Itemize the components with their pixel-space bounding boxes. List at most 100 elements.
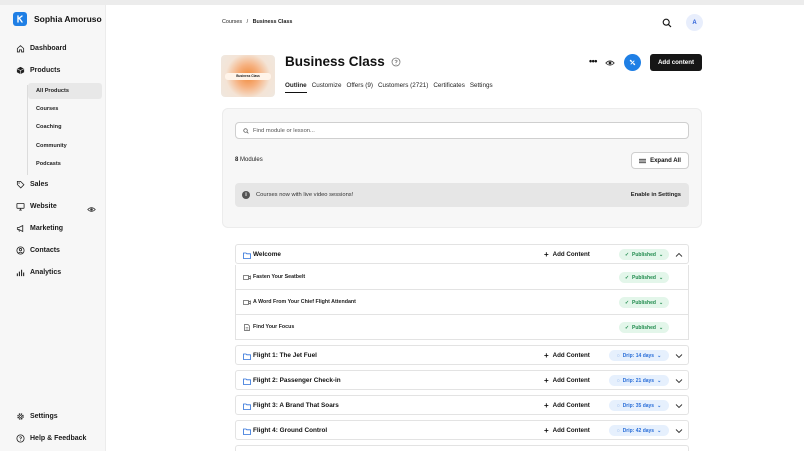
more-options-button[interactable]: ••• xyxy=(589,56,597,66)
brand[interactable]: Sophia Amoruso xyxy=(13,12,102,26)
tab-customize[interactable]: Customize xyxy=(312,82,342,93)
find-module-input[interactable]: Find module or lesson... xyxy=(235,122,689,139)
drip-badge[interactable]: ◌ Drip: 35 days ⌄ xyxy=(609,400,669,411)
tab-certificates[interactable]: Certificates xyxy=(433,82,465,93)
nav-products[interactable]: Products xyxy=(16,66,60,75)
nav-sales-label: Sales xyxy=(30,181,49,188)
add-content-label: Add Content xyxy=(552,376,590,384)
breadcrumb-courses[interactable]: Courses xyxy=(222,19,242,25)
search-icon[interactable] xyxy=(662,18,672,28)
check-icon: ✓ xyxy=(624,251,630,258)
video-icon xyxy=(243,300,251,305)
preview-eye-icon[interactable] xyxy=(605,58,615,68)
enable-in-settings-link[interactable]: Enable in Settings xyxy=(631,192,681,198)
module-row-flight-4[interactable]: Flight 4: Ground Control + Add Content ◌ D… xyxy=(235,420,689,440)
drip-badge[interactable]: ◌ Drip: 21 days ⌄ xyxy=(609,375,669,386)
sidebar-item-all-products[interactable]: All Products xyxy=(28,83,102,99)
gear-icon xyxy=(17,413,24,420)
status-label: Published xyxy=(632,324,656,331)
add-content-link[interactable]: + Add Content xyxy=(544,371,590,389)
tab-offers[interactable]: Offers (9) xyxy=(346,82,372,93)
nav-marketing[interactable]: Marketing xyxy=(16,224,63,233)
drip-badge[interactable]: ◌ Drip: 42 days ⌄ xyxy=(609,425,669,436)
ai-assistant-button[interactable] xyxy=(624,54,641,71)
sidebar-item-courses[interactable]: Courses xyxy=(28,101,102,117)
breadcrumb-separator: / xyxy=(246,19,249,25)
tab-outline[interactable]: Outline xyxy=(285,82,307,93)
contact-circle-icon xyxy=(16,246,25,255)
expand-all-label: Expand All xyxy=(650,157,681,164)
nav-contacts[interactable]: Contacts xyxy=(16,246,60,255)
sparkle-icon xyxy=(629,59,636,66)
avatar[interactable]: A xyxy=(686,14,703,31)
chevron-up-icon[interactable] xyxy=(675,251,683,259)
chevron-down-icon[interactable] xyxy=(675,402,683,410)
module-row-flight-1[interactable]: Flight 1: The Jet Fuel + Add Content ◌ Dri… xyxy=(235,345,689,365)
sidebar-item-podcasts[interactable]: Podcasts xyxy=(28,156,102,172)
module-row-flight-2[interactable]: Flight 2: Passenger Check-in + Add Conten… xyxy=(235,370,689,390)
info-icon: i xyxy=(242,191,250,199)
tab-customers[interactable]: Customers (2721) xyxy=(378,82,428,93)
kajabi-logo-icon xyxy=(13,12,27,26)
expand-all-button[interactable]: Expand All xyxy=(631,152,689,169)
status-badge[interactable]: ✓ Published ⌄ xyxy=(619,322,669,333)
add-content-button[interactable]: Add content xyxy=(650,54,702,71)
module-row-flight-3[interactable]: Flight 3: A Brand That Soars + Add Conten… xyxy=(235,395,689,415)
lesson-row[interactable]: A Word From Your Chief Flight Attendant … xyxy=(235,290,689,315)
megaphone-icon xyxy=(16,224,24,233)
status-badge[interactable]: ✓ Published ⌄ xyxy=(619,249,669,260)
expand-lines-icon xyxy=(639,158,647,163)
add-content-link[interactable]: + Add Content xyxy=(544,346,590,364)
add-content-link[interactable]: + Add Content xyxy=(544,245,590,263)
nav-help[interactable]: Help & Feedback xyxy=(16,434,86,443)
chevron-down-icon[interactable] xyxy=(675,377,683,385)
eye-icon[interactable] xyxy=(87,205,96,214)
chevron-down-icon: ⌄ xyxy=(657,402,662,409)
add-content-link[interactable]: + Add Content xyxy=(544,396,590,414)
chevron-down-icon[interactable] xyxy=(675,352,683,360)
notice-text: Courses now with live video sessions! xyxy=(256,191,354,198)
module-row-welcome[interactable]: Welcome + Add Content ✓ Published ⌄ xyxy=(235,244,689,264)
chevron-down-icon: ⌄ xyxy=(657,352,662,359)
help-circle-icon[interactable] xyxy=(391,57,401,67)
course-tabs: Outline Customize Offers (9) Customers (… xyxy=(285,82,498,93)
chevron-down-icon[interactable] xyxy=(675,427,683,435)
sidebar: Sophia Amoruso Dashboard Products All Pr… xyxy=(0,5,106,451)
add-content-link[interactable]: + Add Content xyxy=(544,421,590,439)
nav-help-label: Help & Feedback xyxy=(30,435,87,442)
nav-dashboard[interactable]: Dashboard xyxy=(16,44,67,53)
nav-sales[interactable]: Sales xyxy=(16,180,48,189)
drip-badge[interactable]: ◌ Drip: 14 days ⌄ xyxy=(609,350,669,361)
chevron-down-icon: ⌄ xyxy=(657,427,662,434)
course-thumbnail: Business Class xyxy=(221,55,275,97)
status-badge[interactable]: ✓ Published ⌄ xyxy=(619,272,669,283)
nav-contacts-label: Contacts xyxy=(30,247,60,254)
drip-icon: ◌ xyxy=(616,352,620,359)
status-label: Published xyxy=(632,251,656,258)
modules-count-label: Modules xyxy=(240,157,263,163)
add-content-label: Add Content xyxy=(552,250,590,258)
drip-icon: ◌ xyxy=(616,377,620,384)
nav-analytics[interactable]: Analytics xyxy=(16,268,61,277)
module-list: Welcome + Add Content ✓ Published ⌄ Fasten … xyxy=(235,244,689,451)
folder-icon xyxy=(243,428,251,435)
lesson-row[interactable]: Fasten Your Seatbelt ✓ Published ⌄ xyxy=(235,265,689,290)
nav-website[interactable]: Website xyxy=(16,202,57,211)
nav-settings[interactable]: Settings xyxy=(16,412,58,421)
lesson-title: Fasten Your Seatbelt xyxy=(253,274,306,280)
module-title: Flight 1: The Jet Fuel xyxy=(253,351,317,359)
top-strip xyxy=(0,0,804,5)
sidebar-item-coaching[interactable]: Coaching xyxy=(28,119,102,135)
nav-products-label: Products xyxy=(30,67,61,74)
add-content-label: Add Content xyxy=(552,401,590,409)
sidebar-item-community[interactable]: Community xyxy=(28,138,102,154)
module-title: Welcome xyxy=(253,250,281,258)
status-badge[interactable]: ✓ Published ⌄ xyxy=(619,297,669,308)
lesson-row[interactable]: Find Your Focus ✓ Published ⌄ xyxy=(235,315,689,340)
module-row-partial xyxy=(235,445,689,451)
brand-name: Sophia Amoruso xyxy=(34,14,102,24)
folder-icon xyxy=(243,378,251,385)
add-content-label: Add Content xyxy=(552,351,590,359)
search-icon xyxy=(243,127,249,134)
tab-settings[interactable]: Settings xyxy=(470,82,493,93)
